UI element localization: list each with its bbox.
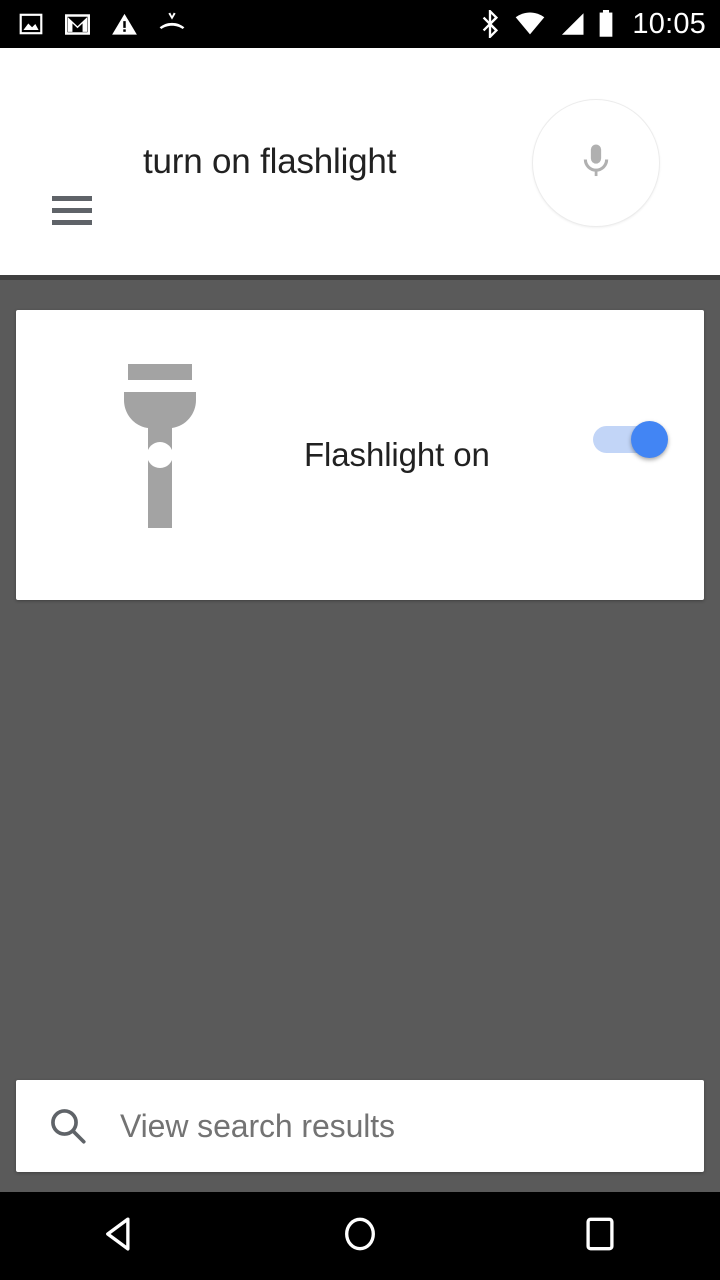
flashlight-status-label: Flashlight on [304,436,490,473]
status-bar-system-icons: 10:05 [478,8,706,41]
flashlight-toggle[interactable] [593,421,669,458]
back-button[interactable] [0,1192,240,1280]
results-area: Flashlight on View search results [0,275,720,1192]
bluetooth-icon [478,8,502,40]
menu-button[interactable] [52,196,92,226]
phone-screen: 10:05 turn on flashlight Flashlight on V… [0,0,720,1280]
voice-search-button[interactable] [532,99,660,227]
cellular-signal-icon [558,12,585,36]
hamburger-bar [52,208,92,213]
toggle-thumb [631,421,668,458]
battery-icon [598,10,614,38]
android-navigation-bar [0,1192,720,1280]
status-bar-notifications [18,10,186,38]
gmail-icon [64,11,91,38]
flashlight-card[interactable]: Flashlight on [16,310,704,600]
photo-icon [18,11,44,37]
home-button[interactable] [240,1192,480,1280]
warning-icon [111,11,138,38]
home-circle-icon [339,1213,381,1260]
missed-call-icon [158,10,186,38]
search-query-text[interactable]: turn on flashlight [143,48,396,275]
recents-square-icon [579,1213,621,1260]
status-bar: 10:05 [0,0,720,48]
hamburger-bar [52,196,92,201]
flashlight-icon [120,364,200,528]
view-search-results-bar[interactable]: View search results [16,1080,704,1172]
hamburger-bar [52,220,92,225]
search-header: turn on flashlight [0,48,720,275]
microphone-icon [574,139,618,188]
wifi-icon [515,12,545,36]
view-search-results-label: View search results [120,1107,395,1144]
status-bar-clock: 10:05 [632,7,706,40]
back-triangle-icon [99,1213,141,1260]
recents-button[interactable] [480,1192,720,1280]
search-icon [16,1105,120,1147]
